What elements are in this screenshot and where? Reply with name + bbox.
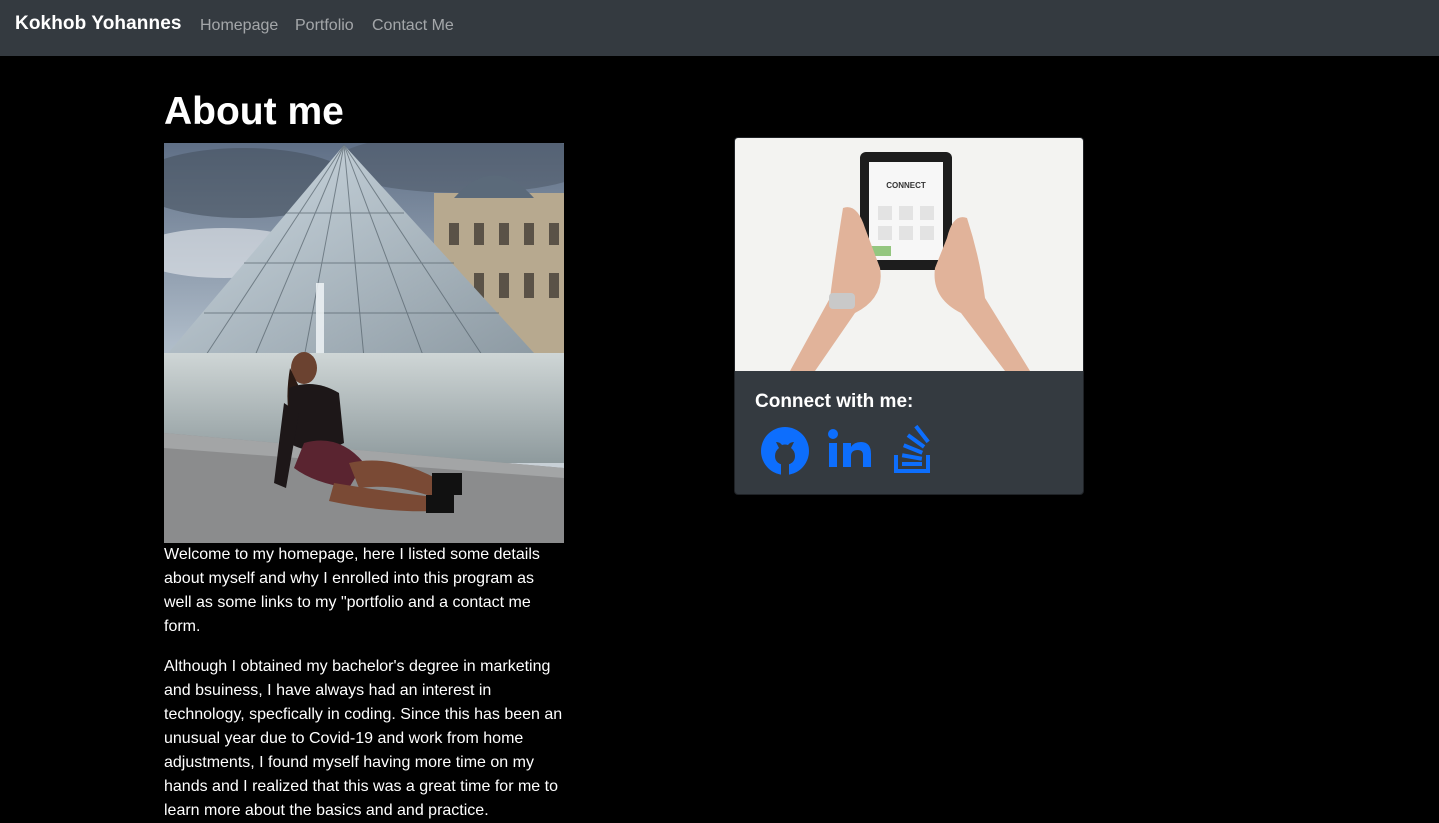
nav-link-homepage[interactable]: Homepage: [200, 17, 278, 35]
stackoverflow-icon[interactable]: [890, 424, 942, 477]
linkedin-icon[interactable]: [825, 425, 877, 477]
connect-card-image: CONNECT: [735, 138, 1083, 371]
navbar: Kokhob Yohannes Homepage Portfolio Conta…: [0, 0, 1439, 56]
profile-photo: [164, 143, 564, 543]
brand-link[interactable]: Kokhob Yohannes: [15, 13, 182, 35]
github-icon[interactable]: [759, 425, 811, 477]
tablet-connect-text: CONNECT: [886, 181, 926, 190]
background-paragraph: Although I obtained my bachelor's degree…: [164, 658, 563, 819]
page-title: About me: [164, 90, 344, 133]
connect-title: Connect with me:: [755, 391, 914, 412]
nav-link-contact[interactable]: Contact Me: [372, 17, 454, 35]
nav-link-portfolio[interactable]: Portfolio: [295, 17, 354, 35]
intro-paragraph: Welcome to my homepage, here I listed so…: [164, 546, 540, 635]
connect-card: CONNECT Connect with me:: [734, 137, 1084, 495]
